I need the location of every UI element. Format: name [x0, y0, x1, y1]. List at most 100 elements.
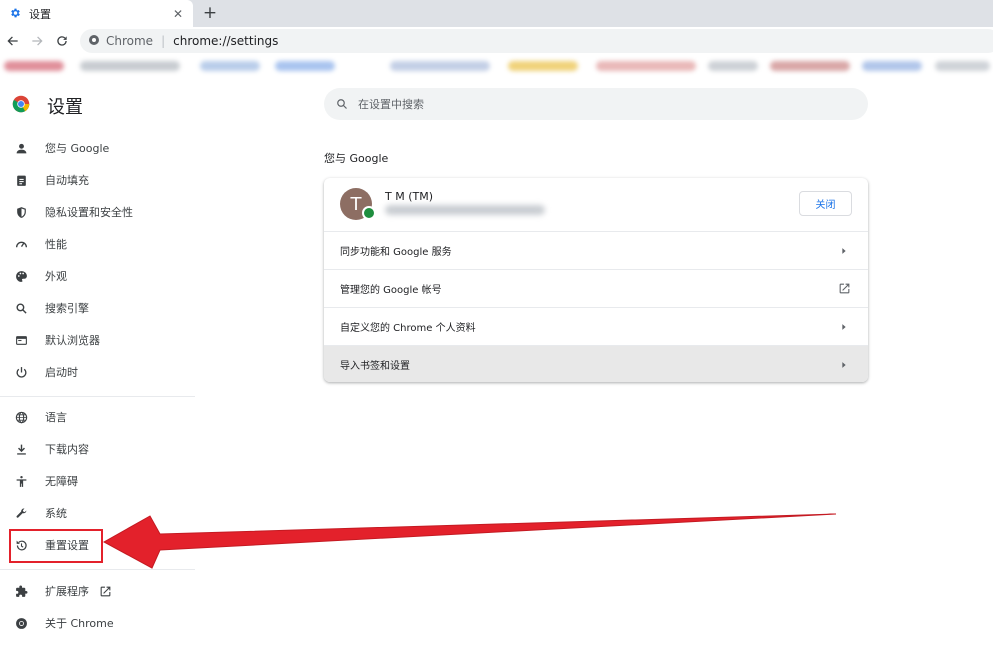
sidebar-item-label: 默认浏览器	[45, 334, 100, 347]
sidebar-divider	[0, 396, 195, 397]
page-title: 设置	[47, 97, 83, 118]
sidebar-item-privacy[interactable]: 隐私设置和安全性	[0, 198, 195, 226]
sidebar-item-label: 隐私设置和安全性	[45, 206, 133, 219]
sidebar-item-label: 关于 Chrome	[45, 617, 114, 630]
sidebar-item-downloads[interactable]: 下载内容	[0, 435, 195, 463]
tab-title: 设置	[29, 7, 51, 21]
search-placeholder: 在设置中搜索	[358, 98, 424, 111]
download-icon	[14, 442, 28, 456]
settings-search[interactable]: 在设置中搜索	[324, 88, 868, 120]
sidebar-item-autofill[interactable]: 自动填充	[0, 166, 195, 194]
bookmark-item[interactable]	[275, 61, 335, 71]
bookmark-item[interactable]	[862, 61, 922, 71]
url-text: chrome://settings	[173, 34, 279, 48]
search-icon	[14, 301, 28, 315]
row-label: 自定义您的 Chrome 个人资料	[340, 323, 476, 334]
settings-header: 设置	[12, 93, 83, 119]
turn-off-sync-button[interactable]: 关闭	[799, 191, 852, 216]
profile-row: T T M (TM) 关闭	[324, 178, 868, 231]
tab-strip: 设置 ✕ +	[0, 0, 993, 27]
browser-icon	[14, 333, 28, 347]
sidebar-item-label: 语言	[45, 411, 67, 424]
customize-profile-row[interactable]: 自定义您的 Chrome 个人资料	[324, 307, 868, 345]
bookmarks-bar	[0, 55, 993, 79]
bookmark-item[interactable]	[708, 61, 758, 71]
bookmark-item[interactable]	[200, 61, 260, 71]
bookmark-item[interactable]	[508, 61, 578, 71]
wrench-icon	[14, 506, 28, 520]
you-and-google-card: T T M (TM) 关闭 同步功能和 Google 服务 管理您的 Googl…	[324, 178, 868, 382]
clipboard-icon	[14, 173, 28, 187]
sidebar-item-you-and-google[interactable]: 您与 Google	[0, 134, 195, 162]
sidebar-item-accessibility[interactable]: 无障碍	[0, 467, 195, 495]
reset-settings-highlight	[9, 529, 103, 563]
row-label: 导入书签和设置	[340, 361, 410, 372]
sidebar-item-default-browser[interactable]: 默认浏览器	[0, 326, 195, 354]
sync-services-row[interactable]: 同步功能和 Google 服务	[324, 231, 868, 269]
chrome-logo-icon	[12, 95, 30, 117]
bookmark-item[interactable]	[80, 61, 180, 71]
bookmark-item[interactable]	[4, 61, 64, 71]
forward-icon[interactable]	[27, 31, 47, 51]
chevron-right-icon	[836, 243, 852, 259]
close-tab-icon[interactable]: ✕	[169, 5, 187, 23]
sync-icon	[362, 206, 376, 220]
open-in-new-icon	[99, 585, 112, 598]
sidebar-divider	[0, 569, 195, 570]
chevron-right-icon	[836, 357, 852, 373]
sidebar-item-appearance[interactable]: 外观	[0, 262, 195, 290]
sidebar-item-search-engine[interactable]: 搜索引擎	[0, 294, 195, 322]
chrome-site-icon	[88, 34, 100, 49]
sidebar-item-label: 您与 Google	[45, 142, 110, 155]
open-in-new-icon	[836, 281, 852, 297]
bookmark-item[interactable]	[390, 61, 490, 71]
globe-icon	[14, 410, 28, 424]
profile-email-redacted	[385, 205, 545, 215]
accessibility-icon	[14, 474, 28, 488]
profile-name: T M (TM)	[385, 190, 433, 203]
palette-icon	[14, 269, 28, 283]
reload-icon[interactable]	[52, 31, 72, 51]
sidebar-item-label: 启动时	[45, 366, 78, 379]
chrome-icon	[14, 616, 28, 630]
sidebar-item-about-chrome[interactable]: 关于 Chrome	[0, 609, 195, 637]
settings-page: 设置 在设置中搜索 您与 Google 自动填充 隐私设置和安全性 性能 外观	[0, 79, 993, 648]
sidebar-item-performance[interactable]: 性能	[0, 230, 195, 258]
sidebar-item-system[interactable]: 系统	[0, 499, 195, 527]
sidebar-item-label: 系统	[45, 507, 67, 520]
separator: |	[161, 34, 166, 48]
speedometer-icon	[14, 237, 28, 251]
search-icon	[336, 95, 348, 114]
bookmark-item[interactable]	[770, 61, 850, 71]
sidebar-item-on-startup[interactable]: 启动时	[0, 358, 195, 386]
new-tab-button[interactable]: +	[200, 3, 220, 23]
import-bookmarks-row[interactable]: 导入书签和设置	[324, 345, 868, 382]
puzzle-icon	[14, 584, 28, 598]
bookmark-item[interactable]	[935, 61, 990, 71]
sidebar-item-label: 下载内容	[45, 443, 89, 456]
shield-icon	[14, 205, 28, 219]
browser-toolbar: Chrome | chrome://settings	[0, 27, 993, 55]
sidebar-item-label: 外观	[45, 270, 67, 283]
sidebar-item-label: 扩展程序	[45, 585, 89, 598]
row-label: 管理您的 Google 帐号	[340, 285, 442, 296]
back-icon[interactable]	[3, 31, 23, 51]
chevron-right-icon	[836, 319, 852, 335]
gear-icon	[9, 4, 21, 23]
sidebar-item-extensions[interactable]: 扩展程序	[0, 577, 195, 605]
person-icon	[14, 141, 28, 155]
sidebar-item-label: 搜索引擎	[45, 302, 89, 315]
manage-google-account-row[interactable]: 管理您的 Google 帐号	[324, 269, 868, 307]
sidebar-item-label: 无障碍	[45, 475, 78, 488]
avatar-letter: T	[350, 193, 362, 215]
site-label: Chrome	[106, 34, 154, 48]
section-title: 您与 Google	[324, 152, 389, 165]
power-icon	[14, 365, 28, 379]
sidebar-item-languages[interactable]: 语言	[0, 403, 195, 431]
row-label: 同步功能和 Google 服务	[340, 247, 452, 258]
sidebar-item-label: 自动填充	[45, 174, 89, 187]
sidebar-item-label: 性能	[45, 238, 67, 251]
address-bar[interactable]: Chrome | chrome://settings	[80, 29, 993, 53]
bookmark-item[interactable]	[596, 61, 696, 71]
tab-settings[interactable]: 设置 ✕	[0, 0, 193, 27]
